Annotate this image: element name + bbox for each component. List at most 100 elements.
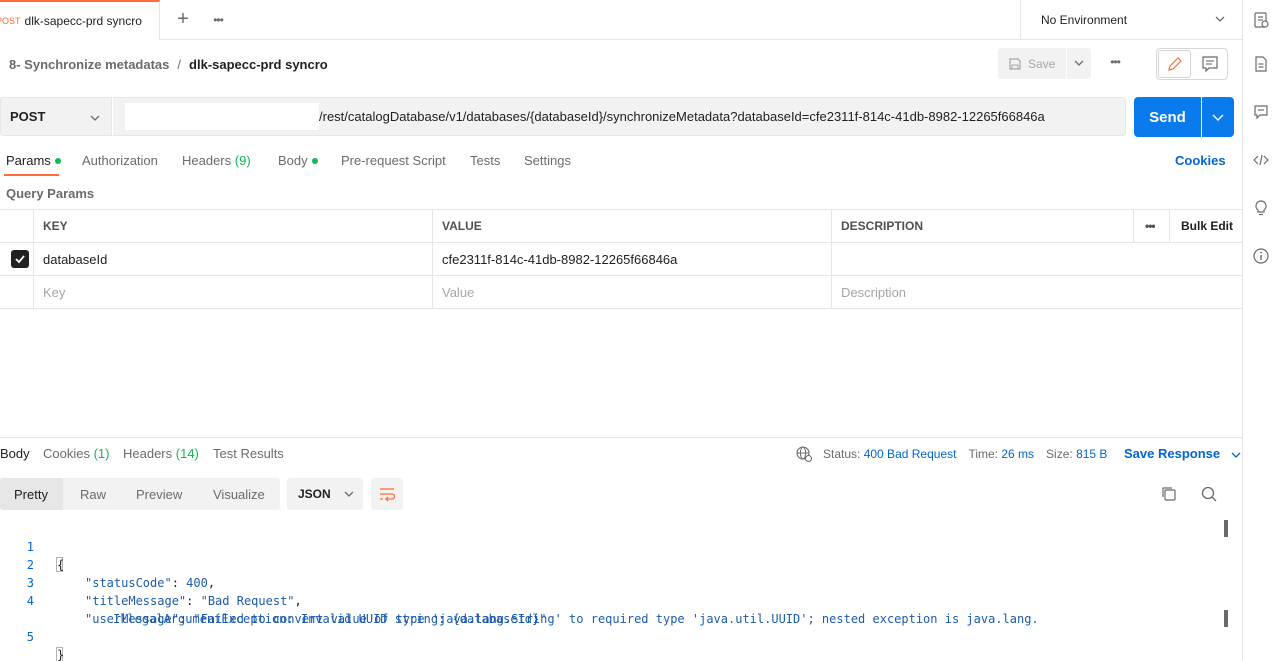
send-button[interactable]: Send [1134,97,1201,137]
status-label: Status: [823,447,861,461]
lightbulb-icon[interactable] [1252,199,1270,217]
close-brace: } [56,647,65,661]
code-icon[interactable] [1252,151,1270,169]
environment-selector[interactable]: No Environment [1020,0,1242,40]
time-value[interactable]: 26 ms [1001,447,1034,461]
save-label: Save [1028,56,1056,71]
copy-icon[interactable] [1160,485,1178,503]
param-description-cell[interactable] [832,243,1242,275]
tab-body[interactable]: Body [278,153,318,168]
response-divider [0,437,1242,438]
checkmark-icon [15,255,25,264]
tab-params[interactable]: Params [6,153,61,168]
save-icon [1009,57,1021,70]
scrollbar-marker[interactable] [1224,610,1228,627]
breadcrumb-separator: / [177,56,182,72]
more-icon[interactable]: ••• [208,10,228,30]
table-row: databaseId cfe2311f-814c-41db-8982-12265… [0,243,1242,276]
save-options-button[interactable] [1067,48,1091,79]
breadcrumb-parent[interactable]: 8- Synchronize metadatas [9,57,169,72]
row-checkbox[interactable] [0,243,34,275]
code-line: 3 "titleMessage": "Bad Request", [0,556,302,608]
response-cookies-count: (1) [93,446,110,461]
response-tab-body[interactable]: Body [0,446,30,461]
tab-body-label: Body [278,153,308,168]
chevron-down-icon [1231,452,1241,458]
tab-settings[interactable]: Settings [524,153,571,168]
view-pretty-button[interactable]: Pretty [0,478,63,510]
tab-headers-label: Headers [182,153,232,168]
save-response-label: Save Response [1124,446,1221,461]
request-tab[interactable]: POST dlk-sapecc-prd syncro [0,0,160,40]
pencil-icon [1168,57,1182,71]
search-icon[interactable] [1200,485,1218,503]
comments-icon[interactable] [1252,103,1270,121]
table-row-empty: Key Value Description [0,276,1242,309]
code-line: 1 { [0,520,64,572]
documentation-mode-button[interactable] [1194,50,1226,78]
info-icon[interactable] [1252,247,1270,265]
response-tab-test-results[interactable]: Test Results [213,446,284,461]
method-select[interactable]: POST [0,97,112,136]
tab-pre-request-script[interactable]: Pre-request Script [341,153,446,168]
bulk-edit-button[interactable]: Bulk Edit [1170,210,1242,242]
comment-icon [1202,56,1218,73]
checkbox-column-header [0,210,34,242]
json-value-continued: IllegalArgumentException: Invalid UUID s… [113,612,547,626]
headers-count: (9) [234,153,251,168]
response-tab-headers[interactable]: Headers (14) [123,446,199,461]
environment-quick-look-icon[interactable] [1252,11,1270,29]
url-text: /rest/catalogDatabase/v1/databases/{data… [319,109,1045,124]
empty-checkbox-cell [0,276,34,308]
view-visualize-button[interactable]: Visualize [213,478,265,510]
breadcrumb: 8- Synchronize metadatas / dlk-sapecc-pr… [9,55,328,73]
save-button[interactable]: Save [998,48,1066,79]
send-options-button[interactable] [1202,97,1234,137]
param-key-cell[interactable]: databaseId [34,243,433,275]
chevron-down-icon [90,115,100,121]
code-line: 5 } [0,610,64,661]
param-value-cell[interactable]: cfe2311f-814c-41db-8982-12265f66846a [433,243,832,275]
tab-bar: POST dlk-sapecc-prd syncro + ••• No Envi… [0,0,1242,40]
format-select[interactable]: JSON [287,478,363,510]
scrollbar-marker[interactable] [1224,520,1228,537]
code-line-wrapped: IllegalArgumentException: Invalid UUID s… [0,592,546,626]
documentation-icon[interactable] [1252,55,1270,73]
tab-tests[interactable]: Tests [470,153,500,168]
new-key-input[interactable]: Key [34,276,433,308]
params-table: KEY VALUE DESCRIPTION ••• Bulk Edit data… [0,209,1242,309]
params-header-row: KEY VALUE DESCRIPTION ••• Bulk Edit [0,210,1242,243]
json-value: "Bad Request" [200,594,295,608]
method-label: POST [10,109,46,124]
chevron-down-icon [1215,16,1225,22]
globe-icon[interactable] [795,445,813,463]
save-response-button[interactable]: Save Response [1124,446,1242,461]
status-value[interactable]: 400 Bad Request [864,447,957,461]
response-tab-cookies[interactable]: Cookies (1) [43,446,109,461]
size-value[interactable]: 815 B [1076,447,1107,461]
tab-authorization[interactable]: Authorization [82,153,158,168]
json-key: "titleMessage" [85,594,187,608]
size-label: Size: [1046,447,1073,461]
new-description-input[interactable]: Description [832,276,1242,308]
tab-params-label: Params [6,153,51,168]
view-raw-button[interactable]: Raw [80,478,106,510]
chevron-down-icon [1212,114,1224,121]
tab-headers[interactable]: Headers (9) [182,153,251,168]
open-brace: { [56,557,65,572]
edit-mode-button[interactable] [1158,50,1191,78]
more-actions-button[interactable]: ••• [1104,55,1126,73]
cookies-link[interactable]: Cookies [1175,153,1226,168]
column-options-button[interactable]: ••• [1134,210,1170,242]
new-tab-button[interactable]: + [172,8,194,30]
wrap-lines-button[interactable] [371,478,403,510]
new-value-input[interactable]: Value [433,276,832,308]
json-key: "statusCode" [85,576,172,590]
view-preview-button[interactable]: Preview [136,478,182,510]
breadcrumb-current[interactable]: dlk-sapecc-prd syncro [189,57,328,72]
request-tabs: Params Authorization Headers (9) Body Pr… [0,148,1242,176]
chevron-down-icon [1074,60,1084,66]
url-input[interactable]: /rest/catalogDatabase/v1/databases/{data… [113,97,1126,136]
query-params-title: Query Params [6,186,95,201]
format-label: JSON [298,487,331,501]
